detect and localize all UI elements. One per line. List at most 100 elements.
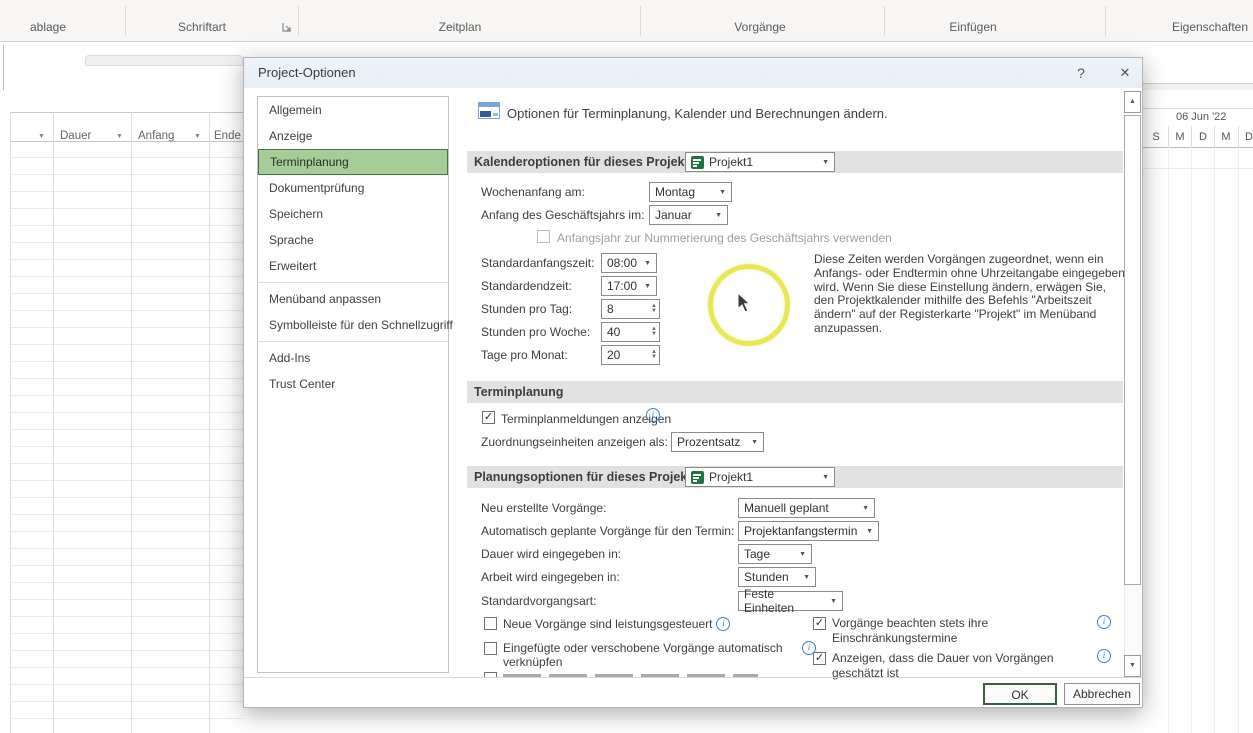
chevron-down-icon: ▼ [816,159,829,166]
calendar-project-dropdown[interactable]: Projekt1 ▼ [685,152,835,172]
table-column-border [10,112,11,733]
sidebar-item-trustcenter[interactable]: Trust Center [258,371,448,397]
sidebar-item-allgemein[interactable]: Allgemein [258,97,448,123]
ok-button[interactable]: OK [983,683,1057,705]
chevron-down-icon: ▼ [713,189,726,196]
effort-driven-checkbox[interactable] [484,617,497,630]
fiscal-numbering-checkbox[interactable] [537,230,550,243]
sidebar-item-anzeige[interactable]: Anzeige [258,123,448,149]
work-units-dropdown[interactable]: Stunden ▼ [738,567,816,587]
ribbon-separator [298,6,299,36]
font-dialog-launcher-icon[interactable] [282,21,294,33]
info-icon[interactable]: i [716,617,730,631]
estimated-duration-checkbox[interactable]: ✓ [813,652,826,665]
filter-caret-icon[interactable]: ▼ [38,133,45,140]
day-label: S [1152,131,1159,143]
show-schedule-messages-checkbox[interactable]: ✓ [482,411,495,424]
info-icon[interactable]: i [646,408,660,422]
default-start-time-label: Standardanfangszeit: [481,256,594,270]
auto-scheduled-dropdown[interactable]: Projektanfangstermin ▼ [738,521,879,541]
work-units-label: Arbeit wird eingegeben in: [481,570,620,584]
hours-per-week-spinner[interactable]: 40 ▲▼ [601,322,660,342]
ribbon-group-clipboard: ablage [30,20,66,34]
week-start-label: Wochenanfang am: [481,185,585,199]
timescale-top-border [1143,108,1253,109]
day-separator [1168,126,1169,147]
mouse-cursor [737,292,753,314]
chevron-down-icon: ▼ [638,283,651,290]
chevron-down-icon: ▼ [745,439,758,446]
spinner-arrows-icon[interactable]: ▲▼ [651,327,657,337]
gantt-day-line [1168,147,1169,733]
hours-per-week-label: Stunden pro Woche: [481,325,590,339]
day-separator [1191,126,1192,147]
scrollbar-thumb[interactable] [1124,115,1141,585]
chevron-down-icon: ▼ [797,574,810,581]
ribbon-group-font: Schriftart [178,20,226,34]
timescale-bottom-border [1143,147,1253,148]
planning-project-dropdown[interactable]: Projekt1 ▼ [685,467,835,487]
dialog-titlebar[interactable]: Project-Optionen ? ✕ [244,58,1142,88]
days-per-month-spinner[interactable]: 20 ▲▼ [601,345,660,365]
dialog-title: Project-Optionen [258,65,356,80]
filter-caret-icon[interactable]: ▼ [116,133,123,140]
ribbon-separator [884,6,885,36]
spinner-arrows-icon[interactable]: ▲▼ [651,304,657,314]
sidebar-item-speichern[interactable]: Speichern [258,201,448,227]
page-header-text: Optionen für Terminplanung, Kalender und… [507,106,888,121]
days-per-month-label: Tage pro Monat: [481,348,568,362]
sidebar-item-menueband[interactable]: Menüband anpassen [258,286,448,312]
fiscal-year-start-label: Anfang des Geschäftsjahrs im: [481,208,644,222]
chevron-down-icon: ▼ [816,474,829,481]
cancel-button[interactable]: Abbrechen [1064,683,1140,705]
autolink-checkbox[interactable] [484,642,497,655]
effort-driven-row: Neue Vorgänge sind leistungsgesteuert i [503,617,730,631]
sidebar-item-symbolleiste[interactable]: Symbolleiste für den Schnellzugriff [258,312,448,338]
default-end-time-combo[interactable]: 17:00 ▼ [601,276,657,296]
sidebar-item-addins[interactable]: Add-Ins [258,345,448,371]
ribbon-group-tasks: Vorgänge [734,20,785,34]
day-separator [1214,126,1215,147]
options-sidebar: Allgemein Anzeige Terminplanung Dokument… [257,96,449,673]
sidebar-item-erweitert[interactable]: Erweitert [258,253,448,279]
sidebar-separator [258,282,448,283]
assignment-units-label: Zuordnungseinheiten anzeigen als: [481,435,668,449]
default-task-type-label: Standardvorgangsart: [481,594,596,608]
chevron-down-icon: ▼ [856,505,869,512]
week-start-dropdown[interactable]: Montag ▼ [649,182,732,202]
day-label: D [1199,131,1207,143]
hours-per-day-spinner[interactable]: 8 ▲▼ [601,299,660,319]
project-file-icon [691,156,704,169]
scroll-up-icon[interactable]: ▲ [1124,91,1141,113]
gantt-day-line [1191,147,1192,733]
default-end-time-label: Standardendzeit: [481,279,572,293]
day-separator [1238,126,1239,147]
project-options-dialog: Project-Optionen ? ✕ Allgemein Anzeige T… [243,57,1143,708]
default-start-time-combo[interactable]: 08:00 ▼ [601,253,657,273]
close-icon[interactable]: ✕ [1114,63,1136,83]
timescale-date-label: 06 Jun '22 [1176,111,1226,123]
spinner-arrows-icon[interactable]: ▲▼ [651,350,657,360]
sidebar-item-terminplanung[interactable]: Terminplanung [258,149,448,175]
sidebar-item-dokumentpruefung[interactable]: Dokumentprüfung [258,175,448,201]
filter-caret-icon[interactable]: ▼ [194,133,201,140]
time-info-text: Diese Zeiten werden Vorgängen zugeordnet… [814,253,1126,336]
fiscal-year-dropdown[interactable]: Januar ▼ [649,205,728,225]
info-icon[interactable]: i [1097,649,1111,663]
assignment-units-dropdown[interactable]: Prozentsatz ▼ [671,432,764,452]
chevron-down-icon: ▼ [793,551,806,558]
scroll-down-icon[interactable]: ▼ [1124,655,1141,677]
sidebar-item-sprache[interactable]: Sprache [258,227,448,253]
ribbon-separator [125,6,126,36]
info-icon[interactable]: i [1097,615,1111,629]
default-task-type-dropdown[interactable]: Feste Einheiten ▼ [738,591,843,611]
gantt-day-line [1214,147,1215,733]
help-button[interactable]: ? [1070,63,1092,83]
honor-constraints-checkbox[interactable]: ✓ [813,617,826,630]
chevron-down-icon: ▼ [860,528,873,535]
app-screen: { "icons": { "caret": "▼", "spin_up": "▲… [0,0,1253,733]
clipped-checkbox-label [503,670,803,677]
new-tasks-dropdown[interactable]: Manuell geplant ▼ [738,498,875,518]
duration-units-label: Dauer wird eingegeben in: [481,547,621,561]
duration-units-dropdown[interactable]: Tage ▼ [738,544,812,564]
